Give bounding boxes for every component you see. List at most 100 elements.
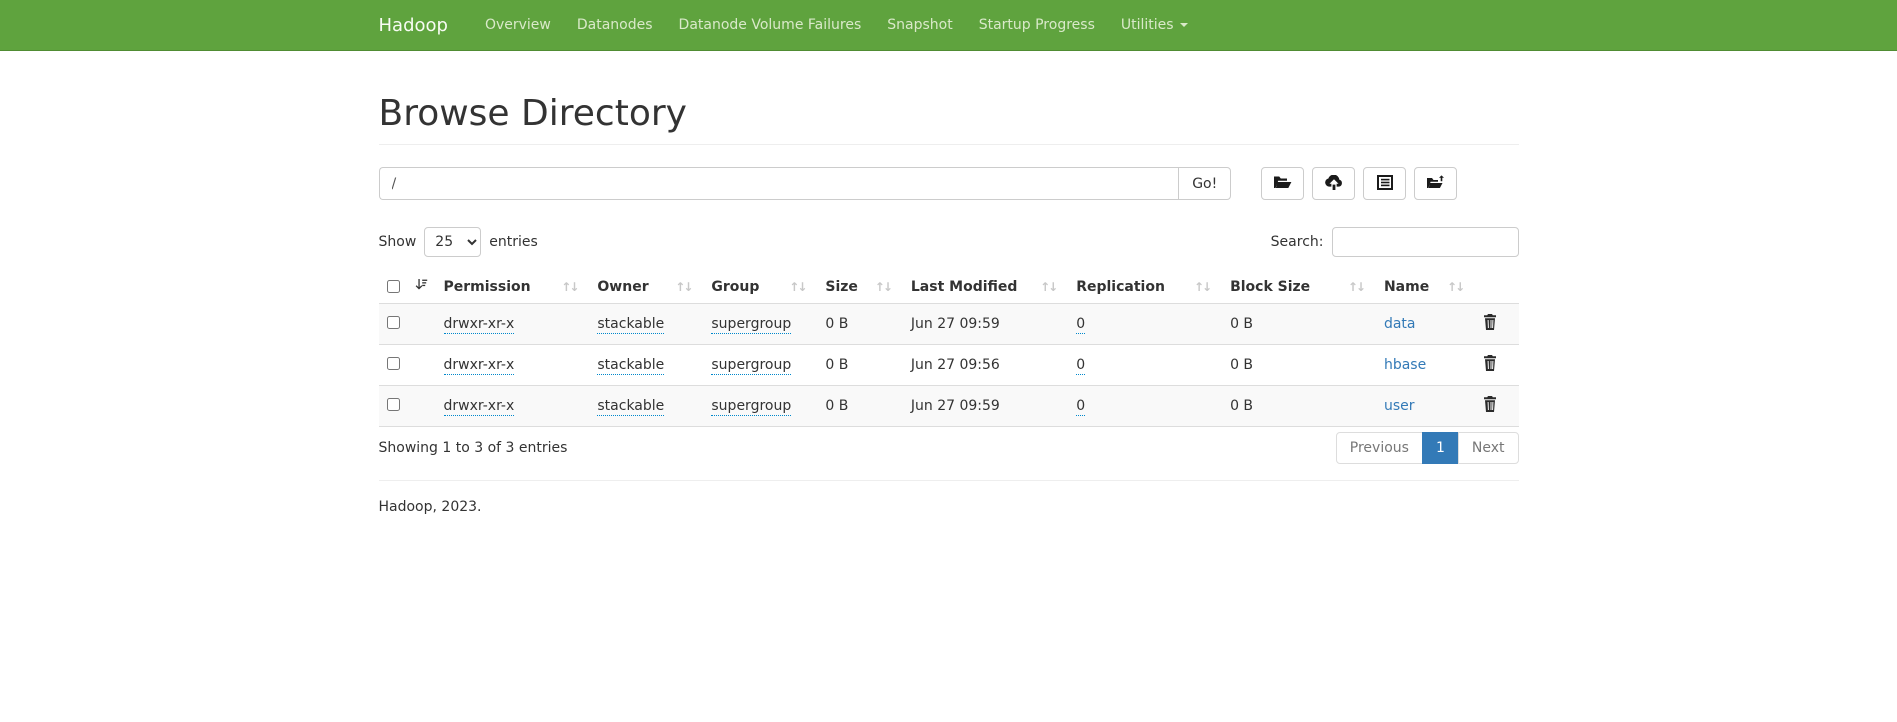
group-value[interactable]: supergroup [711, 398, 791, 416]
replication-value[interactable]: 0 [1076, 357, 1085, 375]
show-label: Show [379, 234, 417, 250]
go-button[interactable]: Go! [1178, 167, 1231, 200]
nav-item-utilities-dropdown[interactable]: Utilities [1108, 0, 1201, 50]
last-modified-value: Jun 27 09:56 [911, 357, 1000, 373]
directory-link-data[interactable]: data [1384, 316, 1416, 332]
header-block-size[interactable]: Block Size [1222, 270, 1376, 304]
navbar-links: Overview Datanodes Datanode Volume Failu… [472, 0, 1201, 50]
header-permission[interactable]: Permission [436, 270, 590, 304]
group-value[interactable]: supergroup [711, 357, 791, 375]
delete-button[interactable] [1483, 396, 1497, 415]
table-header-row: Permission Owner Group Size Last Modifie… [379, 270, 1519, 304]
owner-value[interactable]: stackable [597, 316, 664, 334]
footer-divider [379, 480, 1519, 481]
replication-value[interactable]: 0 [1076, 398, 1085, 416]
header-last-modified[interactable]: Last Modified [903, 270, 1068, 304]
nav-item-datanode-volume-failures[interactable]: Datanode Volume Failures [666, 0, 875, 50]
page-header: Browse Directory [379, 93, 1519, 145]
size-value: 0 B [825, 398, 848, 414]
entries-label: entries [489, 234, 538, 250]
table-footer-controls: Showing 1 to 3 of 3 entries Previous 1 N… [379, 440, 1519, 456]
header-name[interactable]: Name [1376, 270, 1475, 304]
table-row: drwxr-xr-x stackable supergroup 0 B Jun … [379, 345, 1519, 386]
upload-file-button[interactable] [1312, 167, 1355, 200]
top-navbar: Hadoop Overview Datanodes Datanode Volum… [0, 0, 1897, 51]
page-length-control: Show 25 entries [379, 227, 538, 257]
select-all-checkbox[interactable] [387, 280, 400, 293]
block-size-value: 0 B [1230, 398, 1253, 414]
nav-item-overview[interactable]: Overview [472, 0, 564, 50]
sort-icon [1040, 279, 1060, 295]
header-size[interactable]: Size [817, 270, 903, 304]
group-value[interactable]: supergroup [711, 316, 791, 334]
table-row: drwxr-xr-x stackable supergroup 0 B Jun … [379, 304, 1519, 345]
folder-open-icon [1273, 175, 1292, 193]
pagination: Previous 1 Next [1336, 440, 1519, 456]
header-select-all[interactable] [379, 270, 436, 304]
path-bar: Go! [379, 167, 1519, 200]
row-checkbox[interactable] [387, 316, 400, 329]
caret-down-icon [1180, 23, 1188, 27]
owner-value[interactable]: stackable [597, 398, 664, 416]
permission-value[interactable]: drwxr-xr-x [444, 398, 515, 416]
directory-path-input[interactable] [379, 167, 1179, 200]
delete-button[interactable] [1483, 355, 1497, 374]
permission-value[interactable]: drwxr-xr-x [444, 357, 515, 375]
list-alt-icon [1377, 175, 1393, 193]
header-replication[interactable]: Replication [1068, 270, 1222, 304]
pagination-next[interactable]: Next [1458, 432, 1519, 464]
trash-icon [1483, 314, 1497, 333]
create-directory-button[interactable] [1261, 167, 1304, 200]
sort-icon [1447, 279, 1467, 295]
sort-icon [1348, 279, 1368, 295]
owner-value[interactable]: stackable [597, 357, 664, 375]
file-actions-toolbar [1261, 167, 1457, 200]
directory-link-user[interactable]: user [1384, 398, 1415, 414]
pagination-page-1[interactable]: 1 [1422, 432, 1459, 464]
sort-icon [675, 279, 695, 295]
row-checkbox[interactable] [387, 357, 400, 370]
header-group[interactable]: Group [703, 270, 817, 304]
sort-icon [789, 279, 809, 295]
table-controls: Show 25 entries Search: [379, 227, 1519, 257]
folder-move-icon [1426, 175, 1445, 193]
cloud-upload-icon [1324, 175, 1344, 193]
block-size-value: 0 B [1230, 316, 1253, 332]
directory-listing-table: Permission Owner Group Size Last Modifie… [379, 270, 1519, 427]
last-modified-value: Jun 27 09:59 [911, 316, 1000, 332]
header-owner[interactable]: Owner [589, 270, 703, 304]
brand-hadoop[interactable]: Hadoop [379, 15, 448, 36]
page-title: Browse Directory [379, 93, 1519, 134]
nav-item-datanodes[interactable]: Datanodes [564, 0, 666, 50]
sort-icon [875, 279, 895, 295]
path-input-group: Go! [379, 167, 1232, 200]
nav-item-utilities-label: Utilities [1121, 17, 1174, 33]
header-actions [1475, 270, 1518, 304]
entries-per-page-select[interactable]: 25 [424, 227, 481, 257]
nav-item-startup-progress[interactable]: Startup Progress [966, 0, 1108, 50]
permission-value[interactable]: drwxr-xr-x [444, 316, 515, 334]
move-paste-button[interactable] [1414, 167, 1457, 200]
row-checkbox[interactable] [387, 398, 400, 411]
search-input[interactable] [1332, 227, 1519, 257]
sort-icon [561, 279, 581, 295]
main-content: Browse Directory Go! [379, 93, 1519, 515]
replication-value[interactable]: 0 [1076, 316, 1085, 334]
trash-icon [1483, 396, 1497, 415]
delete-button[interactable] [1483, 314, 1497, 333]
pagination-previous[interactable]: Previous [1336, 432, 1423, 464]
set-quota-button[interactable] [1363, 167, 1406, 200]
sort-ascending-icon [415, 278, 428, 295]
navbar-inner: Hadoop Overview Datanodes Datanode Volum… [379, 0, 1519, 50]
search-control: Search: [1271, 227, 1519, 257]
entries-info: Showing 1 to 3 of 3 entries [379, 440, 568, 456]
directory-link-hbase[interactable]: hbase [1384, 357, 1426, 373]
footer-text: Hadoop, 2023. [379, 499, 1519, 515]
block-size-value: 0 B [1230, 357, 1253, 373]
table-row: drwxr-xr-x stackable supergroup 0 B Jun … [379, 386, 1519, 427]
size-value: 0 B [825, 357, 848, 373]
sort-icon [1194, 279, 1214, 295]
search-label: Search: [1271, 234, 1324, 250]
nav-item-snapshot[interactable]: Snapshot [874, 0, 965, 50]
last-modified-value: Jun 27 09:59 [911, 398, 1000, 414]
